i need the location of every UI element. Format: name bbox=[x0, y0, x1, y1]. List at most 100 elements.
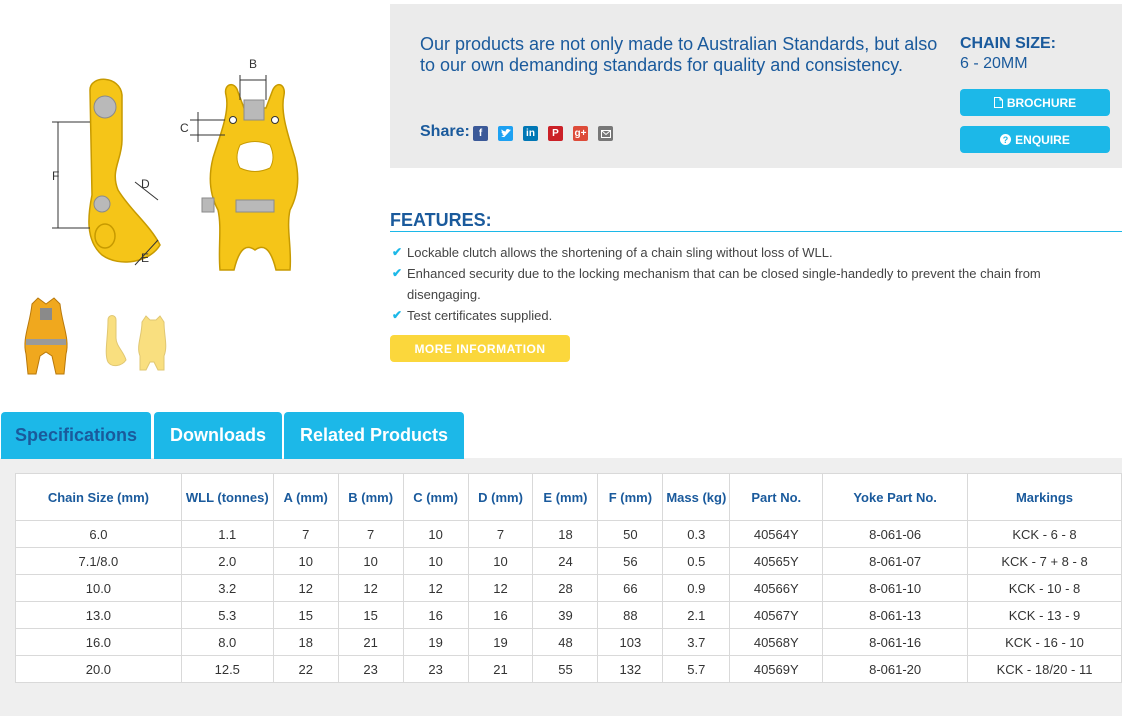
table-cell: 132 bbox=[597, 655, 664, 683]
table-cell: 23 bbox=[337, 655, 404, 683]
more-information-button[interactable]: MORE INFORMATION bbox=[390, 335, 570, 362]
table-cell: 6.0 bbox=[15, 520, 182, 548]
feature-item: ✔ Lockable clutch allows the shortening o… bbox=[392, 242, 1112, 263]
table-cell: 19 bbox=[402, 628, 469, 656]
table-cell: 7 bbox=[467, 520, 534, 548]
table-cell: 8.0 bbox=[180, 628, 274, 656]
svg-text:B: B bbox=[249, 57, 257, 71]
google-plus-icon[interactable]: g+ bbox=[573, 126, 588, 141]
table-cell: 103 bbox=[597, 628, 664, 656]
table-cell: 3.7 bbox=[662, 628, 731, 656]
svg-text:C: C bbox=[180, 121, 189, 135]
column-header: Mass (kg) bbox=[662, 473, 731, 521]
table-cell: 10 bbox=[337, 547, 404, 575]
checkmark-icon: ✔ bbox=[392, 245, 403, 259]
share-label: Share: bbox=[420, 123, 470, 140]
table-cell: 5.7 bbox=[662, 655, 731, 683]
table-cell: 18 bbox=[272, 628, 339, 656]
pdf-file-icon bbox=[993, 97, 1003, 108]
table-row: 6.0 1.1 7 7 10 7 18 50 0.3 40564Y 8-061-… bbox=[15, 520, 1122, 548]
enquire-label: ENQUIRE bbox=[1015, 132, 1070, 147]
table-row: 7.1/8.0 2.0 10 10 10 10 24 56 0.5 40565Y… bbox=[15, 547, 1122, 575]
table-cell: 2.0 bbox=[180, 547, 274, 575]
column-header: Markings bbox=[967, 473, 1122, 521]
table-cell: 10 bbox=[402, 547, 469, 575]
table-cell: 8-061-06 bbox=[822, 520, 969, 548]
table-cell: 3.2 bbox=[180, 574, 274, 602]
table-cell: 15 bbox=[337, 601, 404, 629]
table-cell: 39 bbox=[532, 601, 599, 629]
table-cell: 12 bbox=[402, 574, 469, 602]
brochure-button[interactable]: BROCHURE bbox=[960, 89, 1110, 116]
tab-related-products[interactable]: Related Products bbox=[284, 412, 464, 459]
product-info-panel: Our products are not only made to Austra… bbox=[390, 4, 1122, 168]
diagram-thumbnail[interactable] bbox=[98, 308, 170, 374]
table-cell: 16.0 bbox=[15, 628, 182, 656]
table-cell: 24 bbox=[532, 547, 599, 575]
features-title: FEATURES: bbox=[390, 210, 492, 230]
checkmark-icon: ✔ bbox=[392, 266, 403, 280]
column-header: A (mm) bbox=[272, 473, 339, 521]
share-icons: f in P g+ bbox=[473, 126, 613, 141]
tab-specifications[interactable]: Specifications bbox=[1, 412, 151, 459]
table-cell: 56 bbox=[597, 547, 664, 575]
table-cell: 7.1/8.0 bbox=[15, 547, 182, 575]
twitter-icon[interactable] bbox=[498, 126, 513, 141]
column-header: F (mm) bbox=[597, 473, 664, 521]
feature-item: ✔ Test certificates supplied. bbox=[392, 305, 1112, 326]
table-cell: KCK - 10 - 8 bbox=[967, 574, 1122, 602]
table-cell: 21 bbox=[467, 655, 534, 683]
table-cell: 10 bbox=[467, 547, 534, 575]
email-icon[interactable] bbox=[598, 126, 613, 141]
table-cell: 13.0 bbox=[15, 601, 182, 629]
column-header: E (mm) bbox=[532, 473, 599, 521]
table-row: 13.0 5.3 15 15 16 16 39 88 2.1 40567Y 8-… bbox=[15, 601, 1122, 629]
column-header: Chain Size (mm) bbox=[15, 473, 182, 521]
table-cell: 1.1 bbox=[180, 520, 274, 548]
feature-item: ✔ Enhanced security due to the locking me… bbox=[392, 263, 1112, 305]
table-cell: 40564Y bbox=[729, 520, 824, 548]
svg-text:?: ? bbox=[1003, 135, 1009, 145]
product-page: F D E B C Our products are not only made… bbox=[0, 0, 1122, 716]
table-cell: 19 bbox=[467, 628, 534, 656]
table-cell: 7 bbox=[272, 520, 339, 548]
column-header: Part No. bbox=[729, 473, 824, 521]
table-cell: 8-061-10 bbox=[822, 574, 969, 602]
table-cell: 2.1 bbox=[662, 601, 731, 629]
table-row: 10.0 3.2 12 12 12 12 28 66 0.9 40566Y 8-… bbox=[15, 574, 1122, 602]
table-cell: 55 bbox=[532, 655, 599, 683]
enquire-button[interactable]: ? ENQUIRE bbox=[960, 126, 1110, 153]
tab-downloads[interactable]: Downloads bbox=[154, 412, 282, 459]
pinterest-icon[interactable]: P bbox=[548, 126, 563, 141]
table-cell: 40565Y bbox=[729, 547, 824, 575]
table-cell: KCK - 7 + 8 - 8 bbox=[967, 547, 1122, 575]
table-cell: 8-061-20 bbox=[822, 655, 969, 683]
table-cell: 10 bbox=[402, 520, 469, 548]
chain-size-title: CHAIN SIZE: bbox=[960, 35, 1056, 52]
table-cell: 12 bbox=[272, 574, 339, 602]
table-cell: 8-061-16 bbox=[822, 628, 969, 656]
column-header: D (mm) bbox=[467, 473, 534, 521]
table-cell: KCK - 16 - 10 bbox=[967, 628, 1122, 656]
features-divider bbox=[390, 231, 1122, 232]
table-cell: 12 bbox=[337, 574, 404, 602]
column-header: C (mm) bbox=[402, 473, 469, 521]
facebook-icon[interactable]: f bbox=[473, 126, 488, 141]
table-cell: 18 bbox=[532, 520, 599, 548]
table-header-row: Chain Size (mm) WLL (tonnes) A (mm) B (m… bbox=[15, 473, 1122, 521]
table-cell: 12 bbox=[467, 574, 534, 602]
column-header: Yoke Part No. bbox=[822, 473, 969, 521]
linkedin-icon[interactable]: in bbox=[523, 126, 538, 141]
table-cell: 40566Y bbox=[729, 574, 824, 602]
table-cell: 10.0 bbox=[15, 574, 182, 602]
table-cell: 40567Y bbox=[729, 601, 824, 629]
table-cell: 66 bbox=[597, 574, 664, 602]
product-photo-thumbnail[interactable] bbox=[18, 294, 74, 380]
table-cell: 0.3 bbox=[662, 520, 731, 548]
brochure-label: BROCHURE bbox=[1006, 95, 1077, 110]
table-cell: 7 bbox=[337, 520, 404, 548]
table-cell: 48 bbox=[532, 628, 599, 656]
svg-text:D: D bbox=[141, 177, 150, 191]
table-cell: 40568Y bbox=[729, 628, 824, 656]
column-header: WLL (tonnes) bbox=[180, 473, 274, 521]
